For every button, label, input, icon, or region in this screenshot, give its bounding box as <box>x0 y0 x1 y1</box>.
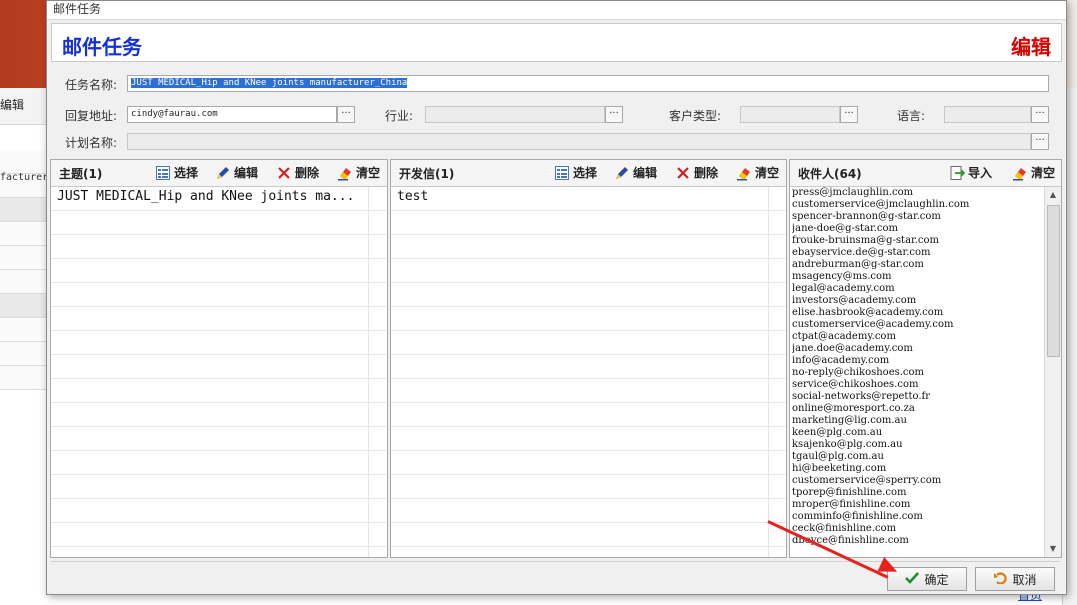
list-item[interactable]: jane.doe@academy.com <box>792 343 1043 355</box>
recipient-items: press@jmclaughlin.com customerservice@jmc… <box>792 187 1043 557</box>
eraser-icon <box>337 165 353 181</box>
list-item[interactable]: ceck@finishline.com <box>792 523 1043 535</box>
pen-icon <box>614 165 630 181</box>
subject-select-button[interactable]: 选择 <box>155 164 198 181</box>
delete-x-icon <box>675 165 691 181</box>
confirm-button[interactable]: 确定 <box>887 567 967 591</box>
list-select-icon <box>155 165 171 181</box>
list-item[interactable]: ctpat@academy.com <box>792 331 1043 343</box>
list-item[interactable]: customerservice@sperry.com <box>792 475 1043 487</box>
undo-icon <box>993 571 1008 587</box>
recipient-clear-button[interactable]: 清空 <box>1012 164 1055 181</box>
list-item[interactable]: ksajenko@plg.com.au <box>792 439 1043 451</box>
subject-delete-button[interactable]: 删除 <box>276 164 319 181</box>
industry-browse-button[interactable]: ··· <box>605 106 623 123</box>
eraser-icon <box>1012 165 1028 181</box>
recipient-scrollbar[interactable]: ▲ ▼ <box>1044 187 1061 557</box>
list-item[interactable]: customerservice@academy.com <box>792 319 1043 331</box>
list-item[interactable]: info@academy.com <box>792 355 1043 367</box>
dialog-footer: 确定 取消 <box>51 561 1060 592</box>
list-item[interactable]: JUST MEDICAL_Hip and KNee joints ma... <box>57 189 354 204</box>
reply-address-browse-button[interactable]: ··· <box>337 106 355 123</box>
scroll-down-icon[interactable]: ▼ <box>1045 541 1061 557</box>
customer-type-label: 客户类型: <box>669 109 722 123</box>
banner-title: 邮件任务 <box>62 35 142 59</box>
list-item[interactable]: tgaul@plg.com.au <box>792 451 1043 463</box>
list-item[interactable]: jane-doe@g-star.com <box>792 223 1043 235</box>
recipient-panel-title: 收件人(64) <box>798 167 862 181</box>
list-item[interactable]: mroper@finishline.com <box>792 499 1043 511</box>
list-item[interactable]: service@chikoshoes.com <box>792 379 1043 391</box>
industry-input[interactable] <box>425 106 605 123</box>
task-name-input[interactable]: JUST MEDICAL_Hip and KNee joints manufac… <box>127 75 1049 92</box>
recipient-import-button[interactable]: 导入 <box>949 164 992 181</box>
list-item[interactable]: keen@plg.com.au <box>792 427 1043 439</box>
recipient-panel: 收件人(64) 导入 清空 press@jmclaughlin.com custo… <box>789 159 1062 558</box>
subject-panel-header: 主题(1) 选择 编辑 删除 清空 <box>51 160 387 187</box>
reply-address-input[interactable]: cindy@faurau.com <box>127 106 337 123</box>
subject-panel: 主题(1) 选择 编辑 删除 清空 JUST MEDICAL_Hip and K… <box>50 159 388 558</box>
list-item[interactable]: customerservice@jmclaughlin.com <box>792 199 1043 211</box>
letter-panel-header: 开发信(1) 选择 编辑 删除 清空 <box>391 160 786 187</box>
list-item[interactable]: hi@beeketing.com <box>792 463 1043 475</box>
list-item[interactable]: andreburman@g-star.com <box>792 259 1043 271</box>
recipient-list: press@jmclaughlin.com customerservice@jmc… <box>790 187 1061 557</box>
letter-list: test <box>391 187 786 557</box>
reply-address-label: 回复地址: <box>65 109 118 123</box>
list-item[interactable]: legal@academy.com <box>792 283 1043 295</box>
cancel-button[interactable]: 取消 <box>975 567 1055 591</box>
subject-list: JUST MEDICAL_Hip and KNee joints ma... <box>51 187 387 557</box>
language-browse-button[interactable]: ··· <box>1031 106 1049 123</box>
list-item[interactable]: investors@academy.com <box>792 295 1043 307</box>
language-input[interactable] <box>944 106 1031 123</box>
list-item[interactable]: online@moresport.co.za <box>792 403 1043 415</box>
letter-select-button[interactable]: 选择 <box>554 164 597 181</box>
list-item[interactable]: elise.hasbrook@academy.com <box>792 307 1043 319</box>
letter-clear-button[interactable]: 清空 <box>736 164 779 181</box>
list-item[interactable]: tporep@finishline.com <box>792 487 1043 499</box>
list-item[interactable]: press@jmclaughlin.com <box>792 187 1043 199</box>
background-edit-button[interactable]: 编辑 <box>0 96 24 113</box>
subject-clear-button[interactable]: 清空 <box>337 164 380 181</box>
pen-icon <box>215 165 231 181</box>
letter-delete-button[interactable]: 删除 <box>675 164 718 181</box>
background-table <box>0 150 48 390</box>
import-icon <box>949 165 966 181</box>
list-select-icon <box>554 165 570 181</box>
language-label: 语言: <box>897 109 926 123</box>
list-item[interactable]: no-reply@chikoshoes.com <box>792 367 1043 379</box>
subject-panel-title: 主题(1) <box>59 167 103 181</box>
list-item[interactable]: comminfo@finishline.com <box>792 511 1043 523</box>
eraser-icon <box>736 165 752 181</box>
list-item[interactable]: dboyce@finishline.com <box>792 535 1043 547</box>
scroll-thumb[interactable] <box>1047 205 1060 357</box>
check-icon <box>905 571 920 587</box>
list-item[interactable]: msagency@ms.com <box>792 271 1043 283</box>
list-item[interactable]: ebayservice.de@g-star.com <box>792 247 1043 259</box>
task-form: 任务名称: JUST MEDICAL_Hip and KNee joints m… <box>51 63 1060 155</box>
list-item[interactable]: marketing@lig.com.au <box>792 415 1043 427</box>
dialog-title: 邮件任务 <box>47 1 1066 20</box>
banner-mode: 编辑 <box>1011 35 1051 59</box>
plan-name-label: 计划名称: <box>65 136 118 150</box>
letter-edit-button[interactable]: 编辑 <box>614 164 657 181</box>
list-item[interactable]: spencer-brannon@g-star.com <box>792 211 1043 223</box>
dialog-banner: 邮件任务 编辑 <box>51 23 1062 62</box>
letter-panel: 开发信(1) 选择 编辑 删除 清空 test <box>390 159 787 558</box>
scroll-up-icon[interactable]: ▲ <box>1045 187 1061 203</box>
customer-type-browse-button[interactable]: ··· <box>840 106 858 123</box>
recipient-panel-header: 收件人(64) 导入 清空 <box>790 160 1061 187</box>
plan-name-browse-button[interactable]: ··· <box>1031 133 1049 150</box>
mail-task-dialog: 邮件任务 邮件任务 编辑 任务名称: JUST MEDICAL_Hip and … <box>46 0 1067 595</box>
subject-edit-button[interactable]: 编辑 <box>215 164 258 181</box>
delete-x-icon <box>276 165 292 181</box>
list-item[interactable]: frouke-bruinsma@g-star.com <box>792 235 1043 247</box>
task-name-label: 任务名称: <box>65 78 118 92</box>
list-item[interactable]: test <box>397 189 428 204</box>
list-item[interactable]: social-networks@repetto.fr <box>792 391 1043 403</box>
plan-name-input[interactable] <box>127 133 1031 150</box>
customer-type-input[interactable] <box>740 106 840 123</box>
industry-label: 行业: <box>385 109 414 123</box>
letter-panel-title: 开发信(1) <box>399 167 455 181</box>
